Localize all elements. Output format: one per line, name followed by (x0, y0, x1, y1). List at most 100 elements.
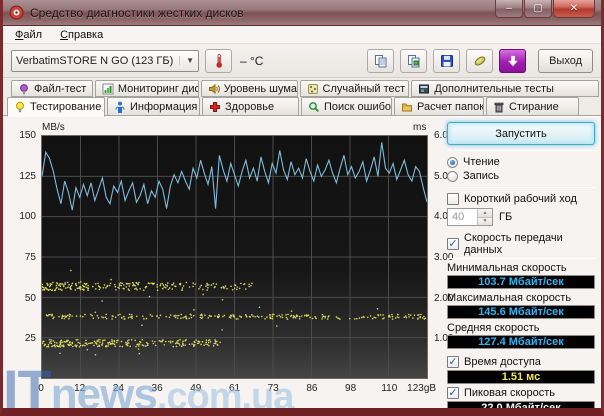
tab-label: Мониторинг диска (118, 83, 199, 95)
tick-label: 150 (19, 130, 36, 141)
capture-button[interactable] (466, 49, 493, 73)
read-radio[interactable] (447, 157, 458, 168)
tab-disk-monitor[interactable]: Мониторинг диска (95, 80, 199, 97)
burst-rate-value: 22.0 Мбайт/сек (447, 401, 595, 415)
tick-label: 86 (306, 383, 317, 394)
drive-select-dropdown[interactable]: VerbatimSTORE N GO (123 ГБ) ▼ (11, 50, 199, 72)
separator (447, 150, 595, 151)
chevron-down-icon: ▼ (179, 56, 194, 65)
title-bar: Средство диагностики жестких дисков – ▢ … (3, 0, 601, 26)
spinner-arrows[interactable]: ▲▼ (477, 209, 492, 225)
tick-label: 49 (190, 383, 201, 394)
write-radio-row[interactable]: Запись (447, 170, 595, 182)
benchmark-icon (14, 101, 26, 113)
tab-random-test[interactable]: Случайный тест (300, 80, 410, 97)
write-radio-label: Запись (463, 170, 499, 182)
capture-icon (473, 54, 487, 68)
burst-rate-checkbox[interactable]: ✓ (447, 387, 459, 399)
tick-label: 73 (268, 383, 279, 394)
maximize-button[interactable]: ▢ (524, 0, 552, 18)
tick-label: 125 (19, 171, 36, 182)
tab-folder-usage[interactable]: Расчет папок (394, 97, 484, 116)
transfer-checkbox-row[interactable]: ✓ Скорость передачи данных (447, 232, 595, 256)
right-axis-unit: ms (413, 122, 426, 133)
tab-benchmark[interactable]: Тестирование (7, 97, 105, 117)
tab-noise-level[interactable]: Уровень шума (201, 80, 298, 97)
write-radio[interactable] (447, 171, 458, 182)
arrow-down-icon (506, 54, 520, 68)
tick-label: 75 (25, 252, 36, 263)
access-time-value: 1.51 мс (447, 370, 595, 384)
capacity-spinner[interactable]: 40 ▲▼ (447, 208, 493, 226)
spin-up-icon[interactable]: ▲ (478, 209, 492, 218)
menu-file[interactable]: Файл (7, 28, 50, 42)
tick-label: 61 (229, 383, 240, 394)
temperature-button[interactable] (205, 49, 232, 73)
read-radio-row[interactable]: Чтение (447, 156, 595, 168)
min-speed-value: 103.7 Мбайт/сек (447, 275, 595, 289)
error-scan-icon (308, 101, 320, 113)
short-stroke-row[interactable]: Короткий рабочий ход (447, 193, 595, 205)
random-test-icon (307, 83, 319, 95)
file-test-icon (18, 83, 30, 95)
tab-erase[interactable]: Стирание (486, 97, 579, 116)
save-button[interactable] (433, 49, 460, 73)
exit-button[interactable]: Выход (538, 49, 593, 73)
tab-label: Файл-тест (34, 83, 86, 95)
window-title: Средство диагностики жестких дисков (30, 6, 489, 20)
start-button[interactable]: Запустить (447, 122, 595, 145)
toolbar: VerbatimSTORE N GO (123 ГБ) ▼ – °C (3, 44, 601, 78)
access-time-label: Время доступа (464, 356, 541, 368)
max-speed-label: Максимальная скорость (447, 292, 595, 304)
tab-row-primary: Тестирование Информация Здоровье Поиск ошиб… (7, 97, 601, 116)
burst-rate-label: Пиковая скорость (464, 387, 555, 399)
tick-label: 0 (38, 383, 44, 394)
menu-bar: Файл Справка (3, 26, 601, 44)
tab-strip: Файл-тест Мониторинг дискаУровень шумаСлу… (3, 78, 601, 116)
close-button[interactable]: ✕ (553, 0, 595, 18)
copy-image-button[interactable] (400, 49, 427, 73)
tick-label: 123gB (407, 383, 436, 394)
access-time-checkbox[interactable]: ✓ (447, 356, 459, 368)
minimize-button[interactable]: – (495, 0, 523, 18)
plot-svg (42, 136, 427, 378)
burst-checkbox-row[interactable]: ✓ Пиковая скорость (447, 387, 595, 399)
transfer-checkbox[interactable]: ✓ (447, 238, 459, 250)
tab-label: Тестирование (30, 101, 101, 113)
download-button[interactable] (499, 49, 526, 73)
avg-speed-value: 127.4 Мбайт/сек (447, 335, 595, 349)
erase-icon (493, 101, 505, 113)
short-stroke-checkbox[interactable] (447, 193, 459, 205)
tick-label: 25 (25, 333, 36, 344)
tab-label: Дополнительные тесты (434, 83, 554, 95)
tab-label: Здоровье (225, 101, 274, 113)
benchmark-chart (41, 135, 428, 379)
tick-label: 100 (19, 211, 36, 222)
app-window: Средство диагностики жестких дисков – ▢ … (0, 0, 604, 416)
read-radio-label: Чтение (463, 156, 500, 168)
app-icon (9, 5, 24, 20)
spin-down-icon[interactable]: ▼ (478, 218, 492, 226)
drive-select-value: VerbatimSTORE N GO (123 ГБ) (16, 55, 173, 67)
control-panel: Запустить Чтение Запись Короткий рабочий… (447, 122, 595, 416)
tab-info[interactable]: Информация (107, 97, 200, 116)
noise-level-icon (208, 83, 220, 95)
tab-row-secondary: Файл-тест Мониторинг дискаУровень шумаСлу… (11, 80, 601, 97)
tab-file-test[interactable]: Файл-тест (11, 80, 93, 97)
tab-label: Стирание (509, 101, 559, 113)
temperature-value: – °C (240, 54, 263, 68)
menu-help[interactable]: Справка (52, 28, 111, 42)
tick-label: 50 (25, 293, 36, 304)
left-axis-unit: MB/s (42, 122, 65, 133)
disk-monitor-icon (102, 83, 114, 95)
tab-error-scan[interactable]: Поиск ошибок (301, 97, 392, 116)
copy-text-button[interactable] (367, 49, 394, 73)
save-icon (440, 54, 454, 68)
tick-label: 24 (113, 383, 124, 394)
avg-speed-label: Средняя скорость (447, 322, 595, 334)
access-checkbox-row[interactable]: ✓ Время доступа (447, 356, 595, 368)
short-stroke-label: Короткий рабочий ход (464, 193, 577, 205)
extra-tests-icon (418, 83, 430, 95)
tab-health[interactable]: Здоровье (202, 97, 299, 116)
tab-extra-tests[interactable]: Дополнительные тесты (411, 80, 599, 97)
